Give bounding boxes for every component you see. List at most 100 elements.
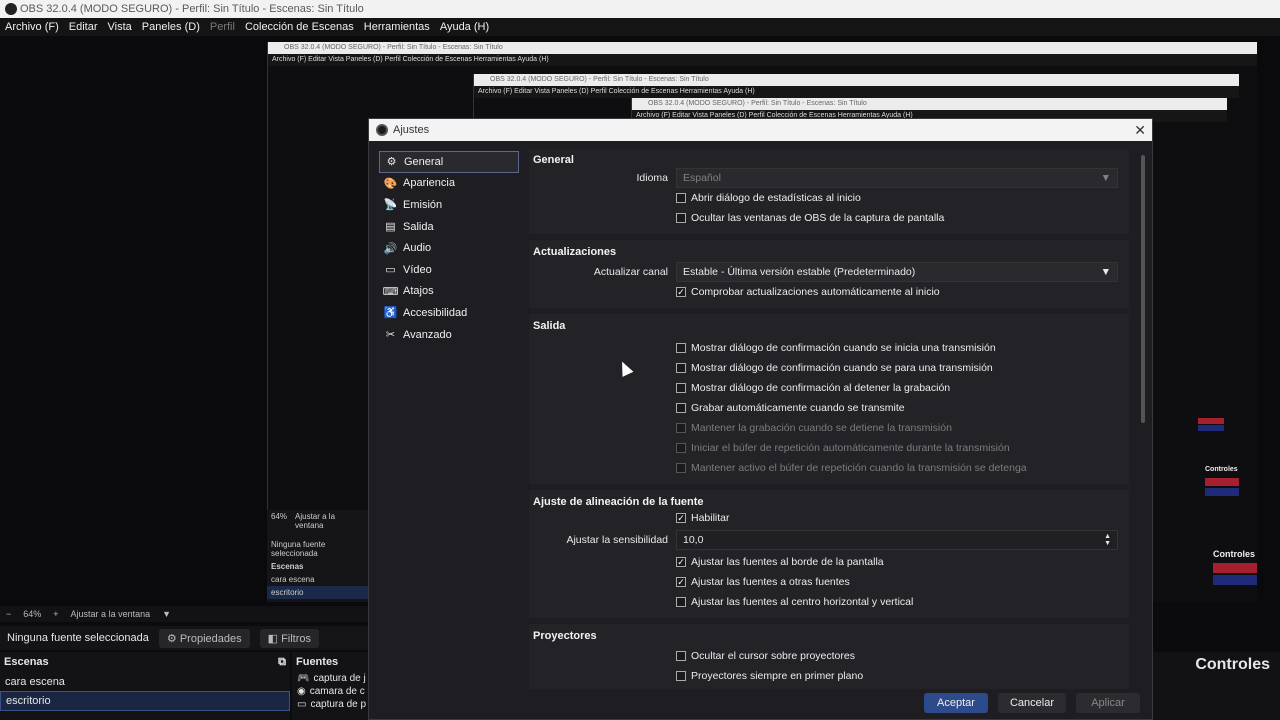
checkbox-label: Mostrar diálogo de confirmación cuando s… — [691, 342, 996, 354]
gear-icon: ⚙ — [166, 632, 177, 645]
checkbox-label: Mantener activo el búfer de repetición c… — [691, 462, 1027, 474]
checkbox-icon — [676, 671, 686, 681]
keep-recording-checkbox[interactable]: Mantener la grabación cuando se detiene … — [676, 422, 952, 434]
sensitivity-spinbox[interactable]: 10,0 ▲ ▼ — [676, 530, 1118, 550]
nav-appearance[interactable]: 🎨 Apariencia — [379, 173, 519, 195]
snap-edges-checkbox[interactable]: ✓ Ajustar las fuentes al borde de la pant… — [676, 556, 884, 568]
checkbox-label: Mostrar diálogo de confirmación al deten… — [691, 382, 951, 394]
menu-edit[interactable]: Editar — [64, 18, 103, 36]
nav-label: Accesibilidad — [403, 306, 468, 319]
menu-tools[interactable]: Herramientas — [359, 18, 435, 36]
checkbox-label: Ajustar las fuentes a otras fuentes — [691, 576, 850, 588]
update-channel-select[interactable]: Estable - Última versión estable (Predet… — [676, 262, 1118, 282]
menu-profile[interactable]: Perfil — [205, 18, 240, 36]
nav-advanced[interactable]: ✂ Avanzado — [379, 324, 519, 346]
ok-button[interactable]: Aceptar — [923, 693, 988, 713]
zoom-in-button[interactable]: + — [53, 609, 58, 619]
confirm-stop-checkbox[interactable]: Mostrar diálogo de confirmación cuando s… — [676, 362, 993, 374]
checkbox-label: Proyectores siempre en primer plano — [691, 670, 864, 682]
hide-windows-checkbox[interactable]: Ocultar las ventanas de OBS de la captur… — [676, 212, 944, 224]
nav-output[interactable]: ▤ Salida — [379, 216, 519, 238]
auto-record-checkbox[interactable]: Grabar automáticamente cuando se transmi… — [676, 402, 905, 414]
meter-red — [1205, 478, 1239, 486]
apply-button[interactable]: Aplicar — [1076, 693, 1140, 713]
nav-label: Vídeo — [403, 263, 432, 276]
nested-controls-label: Controles — [1205, 466, 1238, 473]
replay-buffer-keep-checkbox[interactable]: Mantener activo el búfer de repetición c… — [676, 462, 1027, 474]
auto-update-checkbox[interactable]: ✓ Comprobar actualizaciones automáticamen… — [676, 286, 940, 298]
tools-icon: ✂ — [385, 329, 396, 342]
fit-window-label[interactable]: Ajustar a la ventana — [71, 609, 151, 619]
snap-other-checkbox[interactable]: ✓ Ajustar las fuentes a otras fuentes — [676, 576, 850, 588]
replay-buffer-start-checkbox[interactable]: Iniciar el búfer de repetición automátic… — [676, 442, 1010, 454]
section-title: Actualizaciones — [533, 246, 617, 258]
nav-label: Avanzado — [403, 328, 452, 341]
checkbox-icon — [676, 213, 686, 223]
meter-blue — [1198, 425, 1224, 431]
scene-item[interactable]: escritorio — [0, 691, 290, 711]
section-projectors: Proyectores Ocultar el cursor sobre proy… — [529, 624, 1129, 689]
source-item[interactable]: ▭ captura de p — [292, 698, 370, 711]
checkbox-icon — [676, 343, 686, 353]
keyboard-icon: ⌨ — [382, 285, 399, 298]
language-select[interactable]: Español ▼ — [676, 168, 1118, 188]
checkbox-label: Mostrar diálogo de confirmación cuando s… — [691, 362, 993, 374]
section-general: General Idioma Español ▼ Abrir diálogo de… — [529, 149, 1129, 234]
source-toolbar: Ninguna fuente seleccionada ⚙ Propiedade… — [0, 626, 370, 650]
filters-button[interactable]: ◧ Filtros — [259, 628, 320, 648]
nav-audio[interactable]: 🔊 Audio — [379, 237, 519, 259]
meter-red — [1198, 418, 1224, 424]
menu-docks[interactable]: Paneles (D) — [137, 18, 205, 36]
controls-title: Controles — [1195, 656, 1270, 673]
language-label: Idioma — [636, 172, 668, 184]
close-icon[interactable]: ✕ — [1134, 119, 1146, 141]
nav-label: Apariencia — [403, 177, 455, 190]
meter-blue — [1213, 575, 1257, 585]
gear-icon: ⚙ — [386, 156, 397, 169]
nav-stream[interactable]: 📡 Emisión — [379, 194, 519, 216]
checkbox-checked-icon: ✓ — [676, 513, 686, 523]
cancel-button[interactable]: Cancelar — [997, 693, 1066, 713]
nav-general[interactable]: ⚙ General — [379, 151, 519, 173]
checkbox-label: Ocultar el cursor sobre proyectores — [691, 650, 855, 662]
menu-help[interactable]: Ayuda (H) — [435, 18, 494, 36]
section-snapping: Ajuste de alineación de la fuente ✓ Habil… — [529, 490, 1129, 618]
properties-label: Propiedades — [179, 632, 242, 645]
confirm-start-checkbox[interactable]: Mostrar diálogo de confirmación cuando s… — [676, 342, 996, 354]
checkbox-checked-icon: ✓ — [676, 557, 686, 567]
source-item[interactable]: 🎮 captura de j — [292, 672, 370, 685]
on-top-checkbox[interactable]: Proyectores siempre en primer plano — [676, 670, 863, 682]
hide-cursor-checkbox[interactable]: Ocultar el cursor sobre proyectores — [676, 650, 855, 662]
zoom-out-button[interactable]: − — [6, 609, 11, 619]
scenes-title: Escenas — [4, 656, 49, 668]
source-item[interactable]: ◉ camara de c — [292, 685, 370, 698]
nav-video[interactable]: ▭ Vídeo — [379, 259, 519, 281]
section-title: Salida — [533, 320, 566, 332]
nav-accessibility[interactable]: ♿ Accesibilidad — [379, 302, 519, 324]
nested-controls-label: Controles — [1213, 549, 1256, 559]
confirm-stop-recording-checkbox[interactable]: Mostrar diálogo de confirmación al deten… — [676, 382, 950, 394]
sources-title: Fuentes — [296, 656, 339, 668]
filter-icon: ◧ — [267, 632, 279, 645]
section-title: General — [533, 154, 574, 166]
snap-center-checkbox[interactable]: Ajustar las fuentes al centro horizontal… — [676, 596, 913, 608]
checkbox-icon — [676, 193, 686, 203]
menu-view[interactable]: Vista — [103, 18, 137, 36]
snapping-enable-checkbox[interactable]: ✓ Habilitar — [676, 512, 730, 524]
meter-blue — [1205, 488, 1239, 496]
monitor-icon: ▭ — [385, 264, 396, 277]
nav-label: Emisión — [403, 198, 443, 211]
chevron-down-icon: ▼ — [1100, 266, 1111, 278]
menu-scene-collection[interactable]: Colección de Escenas — [240, 18, 359, 36]
spin-arrows-icon[interactable]: ▲ ▼ — [1104, 533, 1111, 547]
dock-menu-icon[interactable]: ⧉ — [278, 656, 286, 669]
properties-button[interactable]: ⚙ Propiedades — [158, 628, 250, 648]
sensitivity-value: 10,0 — [683, 534, 704, 546]
menu-file[interactable]: Archivo (F) — [0, 18, 64, 36]
scene-item[interactable]: cara escena — [0, 673, 290, 691]
checkbox-icon — [676, 423, 686, 433]
scrollbar[interactable] — [1141, 155, 1145, 423]
chevron-down-icon[interactable]: ▼ — [162, 609, 171, 619]
nav-hotkeys[interactable]: ⌨ Atajos — [379, 281, 519, 303]
stats-dialog-checkbox[interactable]: Abrir diálogo de estadísticas al inicio — [676, 192, 861, 204]
